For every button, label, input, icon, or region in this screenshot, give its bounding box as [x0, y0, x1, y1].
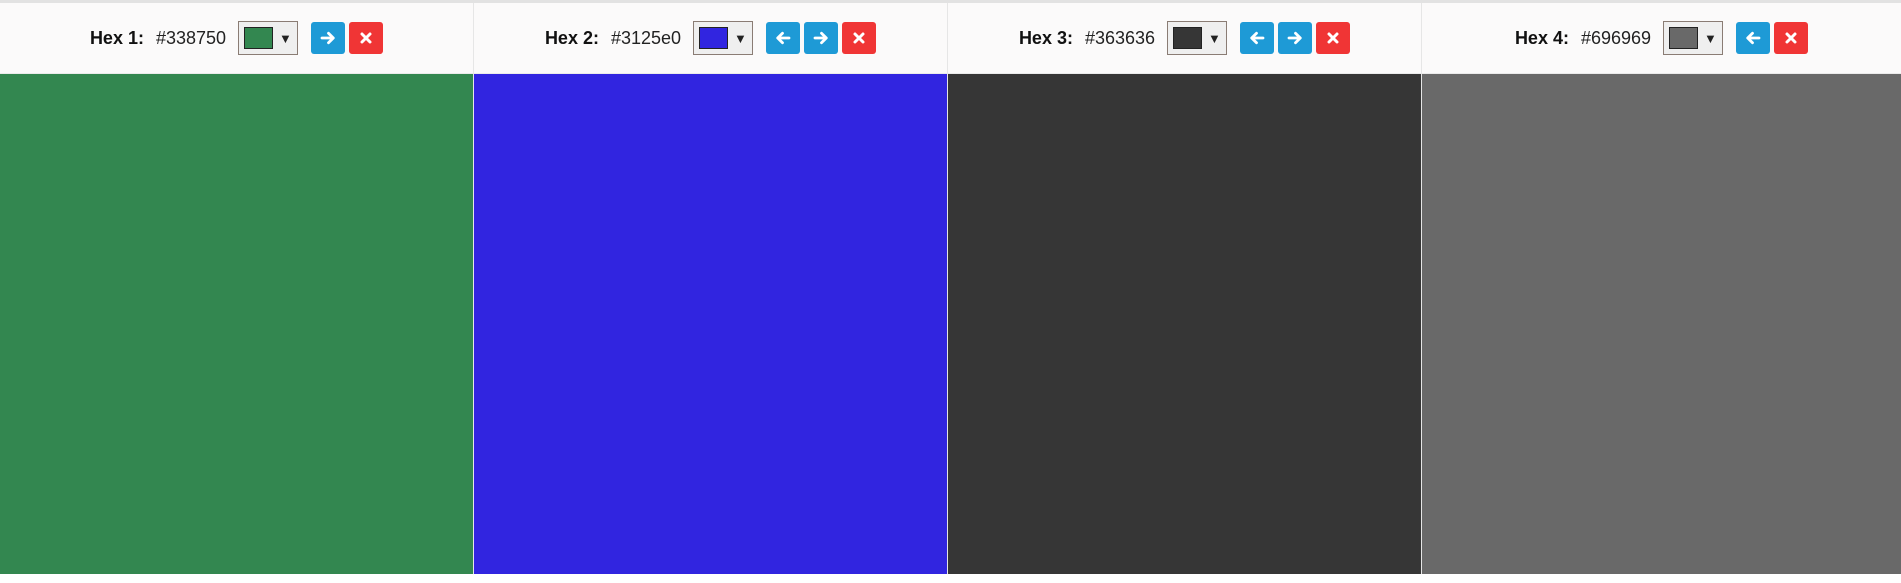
color-label: Hex 1: — [89, 27, 144, 48]
arrow-right-icon — [1287, 31, 1302, 45]
arrow-left-icon — [776, 31, 791, 45]
color-column-2: Hex 2: #3125e0 ▼ — [474, 3, 948, 574]
remove-color-button[interactable] — [1774, 22, 1809, 54]
color-column-4: Hex 4: #696969 ▼ — [1422, 3, 1901, 574]
close-icon — [1327, 32, 1339, 44]
color-column-3: Hex 3: #363636 ▼ — [948, 3, 1422, 574]
color-picker[interactable]: ▼ — [238, 21, 299, 55]
remove-color-button[interactable] — [842, 22, 877, 54]
chevron-down-icon: ▼ — [734, 30, 747, 46]
color-picker[interactable]: ▼ — [1167, 21, 1228, 55]
color-header-1: Hex 1: #338750 ▼ — [0, 3, 473, 74]
arrow-left-icon — [1250, 31, 1265, 45]
color-block — [948, 74, 1421, 574]
color-label: Hex 4: — [1514, 27, 1569, 48]
remove-color-button[interactable] — [349, 22, 384, 54]
chevron-down-icon: ▼ — [1208, 30, 1221, 46]
color-header-4: Hex 4: #696969 ▼ — [1422, 3, 1901, 74]
color-header-3: Hex 3: #363636 ▼ — [948, 3, 1421, 74]
chevron-down-icon: ▼ — [279, 30, 292, 46]
color-block — [0, 74, 473, 574]
color-label: Hex 2: — [544, 27, 599, 48]
arrow-right-icon — [813, 31, 828, 45]
color-palette-app: Hex 1: #338750 ▼ Hex 2: #3125e0 ▼ Hex 3:… — [0, 0, 1901, 583]
move-left-button[interactable] — [1240, 22, 1275, 54]
color-header-2: Hex 2: #3125e0 ▼ — [474, 3, 947, 74]
move-left-button[interactable] — [1736, 22, 1771, 54]
color-label: Hex 3: — [1018, 27, 1073, 48]
color-swatch — [1669, 27, 1699, 49]
move-right-button[interactable] — [1278, 22, 1313, 54]
remove-color-button[interactable] — [1316, 22, 1351, 54]
move-right-button[interactable] — [804, 22, 839, 54]
color-swatch — [1173, 27, 1203, 49]
move-left-button[interactable] — [766, 22, 801, 54]
close-icon — [853, 32, 865, 44]
hex-value: #696969 — [1580, 27, 1652, 48]
hex-value: #3125e0 — [610, 27, 682, 48]
close-icon — [360, 32, 372, 44]
color-picker[interactable]: ▼ — [693, 21, 754, 55]
color-swatch — [699, 27, 729, 49]
color-picker[interactable]: ▼ — [1663, 21, 1724, 55]
arrow-right-icon — [320, 31, 335, 45]
color-block — [1422, 74, 1901, 574]
arrow-left-icon — [1746, 31, 1761, 45]
close-icon — [1785, 32, 1797, 44]
move-right-button[interactable] — [311, 22, 346, 54]
color-column-1: Hex 1: #338750 ▼ — [0, 3, 474, 574]
hex-value: #363636 — [1084, 27, 1156, 48]
color-swatch — [244, 27, 274, 49]
color-block — [474, 74, 947, 574]
chevron-down-icon: ▼ — [1704, 30, 1717, 46]
hex-value: #338750 — [155, 27, 227, 48]
palette-columns: Hex 1: #338750 ▼ Hex 2: #3125e0 ▼ Hex 3:… — [0, 3, 1901, 574]
